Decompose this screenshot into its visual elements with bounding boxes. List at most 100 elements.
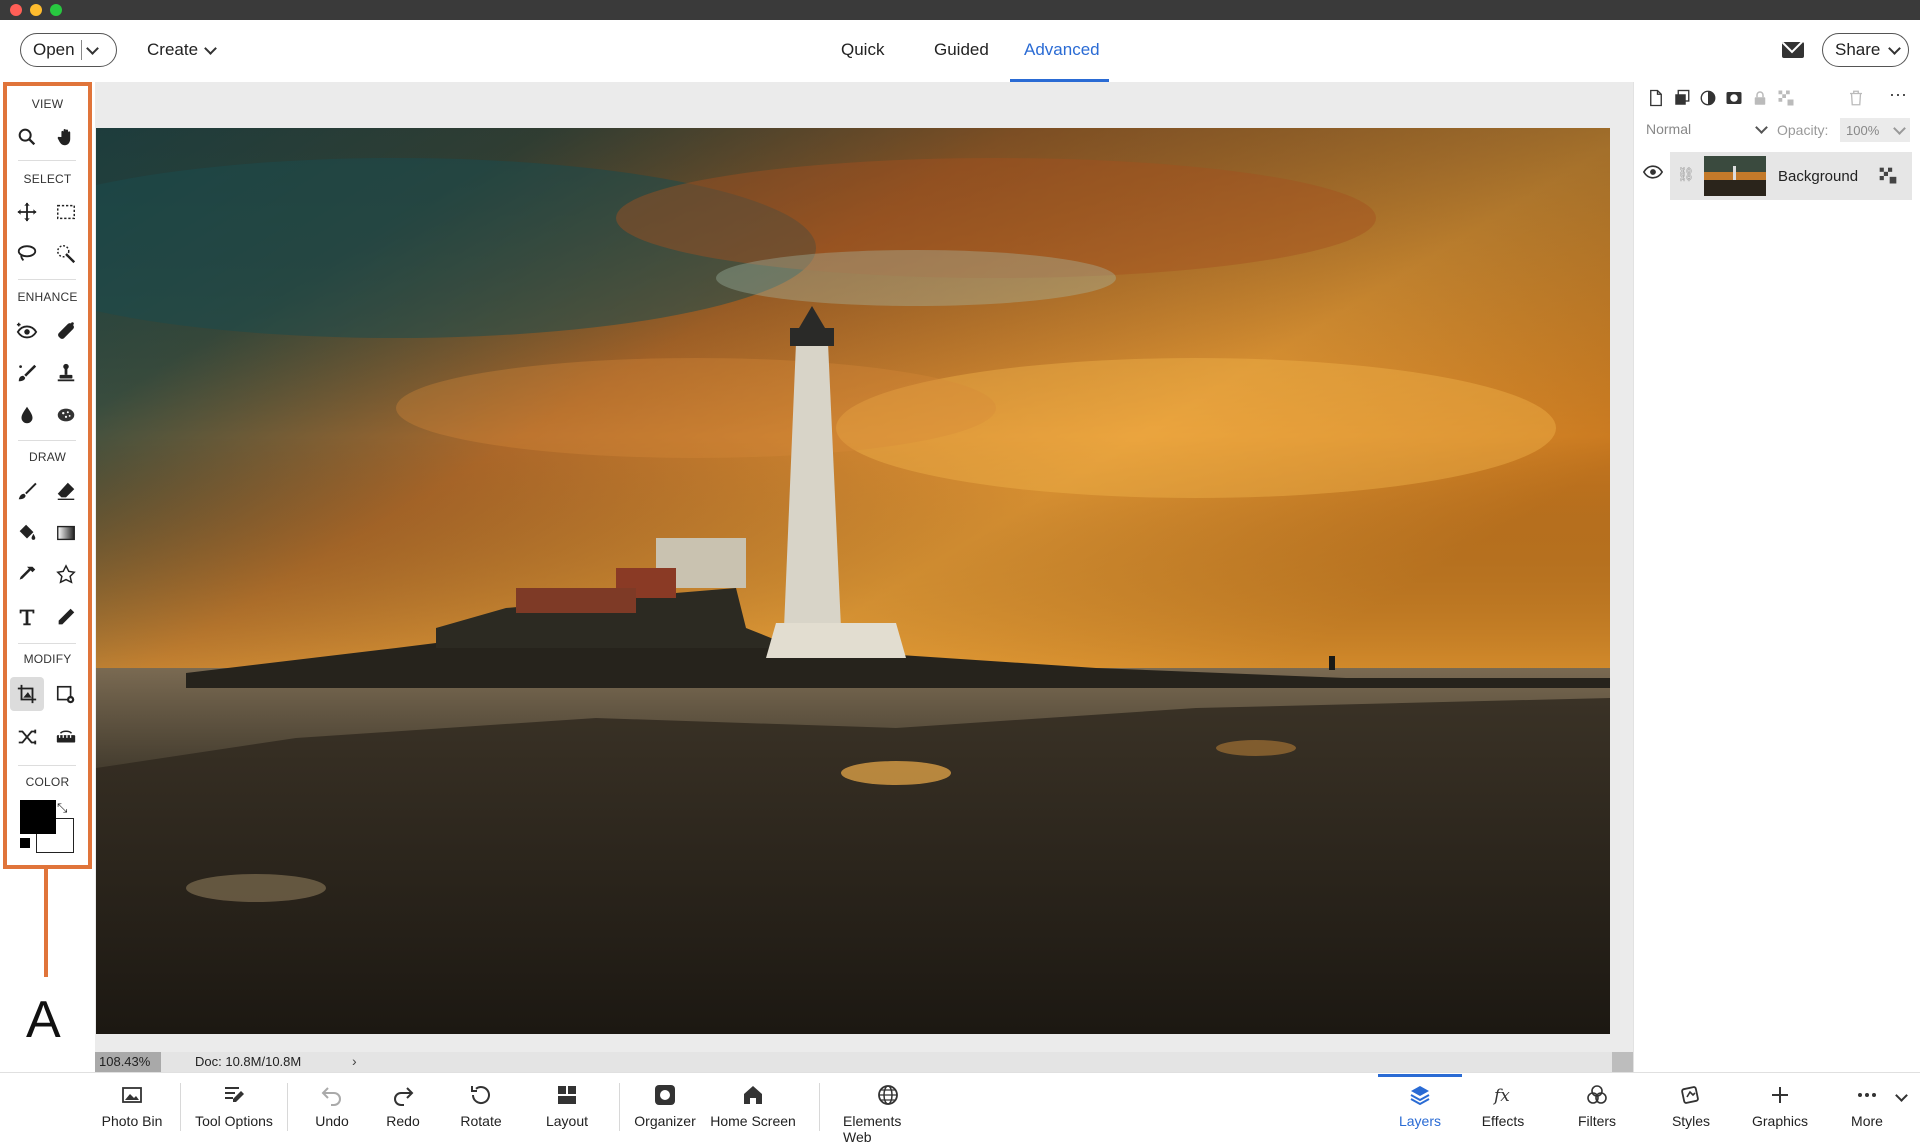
- home-screen-label: Home Screen: [710, 1113, 796, 1129]
- tool-options-button[interactable]: Tool Options: [189, 1083, 279, 1129]
- filters-button[interactable]: Filters: [1552, 1083, 1642, 1129]
- chevron-down-icon: [1888, 41, 1902, 55]
- effects-button[interactable]: fx Effects: [1458, 1083, 1548, 1129]
- organizer-label: Organizer: [634, 1113, 696, 1129]
- undo-label: Undo: [315, 1113, 349, 1129]
- new-group-button[interactable]: [1672, 88, 1692, 108]
- delete-layer-button[interactable]: [1846, 88, 1866, 108]
- elements-web-button[interactable]: Elements Web: [843, 1083, 933, 1145]
- layers-icon: [1410, 1086, 1430, 1106]
- share-button-label: Share: [1835, 40, 1881, 59]
- organizer-button[interactable]: Organizer: [620, 1083, 710, 1129]
- more-button[interactable]: More: [1822, 1083, 1912, 1129]
- new-layer-icon: [1650, 89, 1662, 107]
- chevron-down-icon: [1893, 121, 1906, 135]
- layout-icon: [558, 1086, 576, 1104]
- adjustment-layer-button[interactable]: [1698, 88, 1718, 108]
- more-options-icon[interactable]: ···: [1888, 84, 1908, 104]
- chevron-down-icon: [1755, 120, 1768, 134]
- share-button[interactable]: Share: [1822, 33, 1909, 67]
- layout-button[interactable]: Layout: [522, 1083, 612, 1129]
- create-menu[interactable]: Create: [147, 40, 217, 60]
- elements-web-label: Elements Web: [843, 1113, 902, 1145]
- document-image[interactable]: [96, 128, 1610, 1034]
- layout-label: Layout: [545, 1113, 589, 1129]
- tool-options-label: Tool Options: [195, 1113, 273, 1129]
- filters-label: Filters: [1577, 1113, 1617, 1129]
- new-layer-button[interactable]: [1646, 88, 1666, 108]
- rotate-label: Rotate: [460, 1113, 502, 1129]
- adjustment-icon: [1700, 90, 1716, 106]
- zoom-window-button[interactable]: [50, 4, 62, 16]
- more-label: More: [1851, 1113, 1883, 1129]
- tool-panel-highlight: [3, 82, 92, 869]
- active-panel-indicator: [1378, 1074, 1462, 1077]
- link-icon[interactable]: ⛓: [1677, 166, 1695, 183]
- top-bar: Open Create Quick Guided Advanced Share: [0, 20, 1920, 83]
- mail-icon[interactable]: [1782, 42, 1804, 58]
- svg-text:fx: fx: [1492, 1086, 1510, 1106]
- lock-transparency-icon: [1778, 90, 1794, 106]
- close-window-button[interactable]: [10, 4, 22, 16]
- layers-panel: ··· Normal Opacity: 100% ⛓ Background: [1633, 82, 1920, 1072]
- window-title-bar: [0, 0, 1920, 20]
- tab-advanced[interactable]: Advanced: [1024, 40, 1100, 60]
- scrollbar-corner[interactable]: [1612, 1052, 1633, 1072]
- tab-guided[interactable]: Guided: [934, 40, 989, 60]
- rotate-button[interactable]: Rotate: [436, 1083, 526, 1129]
- trash-icon: [1850, 90, 1862, 106]
- styles-icon: [1681, 1086, 1699, 1104]
- styles-label: Styles: [1671, 1113, 1711, 1129]
- photo-bin-label: Photo Bin: [101, 1113, 163, 1129]
- open-button[interactable]: Open: [20, 33, 117, 67]
- tool-options-icon: [225, 1087, 244, 1102]
- home-icon: [744, 1086, 762, 1104]
- redo-icon: [394, 1087, 414, 1106]
- graphics-label: Graphics: [1751, 1113, 1809, 1129]
- tab-quick[interactable]: Quick: [841, 40, 884, 60]
- rotate-icon: [471, 1086, 490, 1104]
- chevron-down-icon: [204, 41, 217, 55]
- eye-icon[interactable]: [1643, 165, 1663, 179]
- layers-label: Layers: [1398, 1113, 1442, 1129]
- status-bar: 108.43% Doc: 10.8M/10.8M ›: [95, 1052, 1633, 1072]
- styles-button[interactable]: Styles: [1646, 1083, 1736, 1129]
- lock-transparency-button[interactable]: [1776, 88, 1796, 108]
- zoom-readout[interactable]: 108.43%: [95, 1052, 161, 1072]
- open-button-label: Open: [33, 40, 75, 59]
- layer-group-icon: [1675, 89, 1690, 105]
- undo-icon: [321, 1087, 341, 1106]
- plus-icon: [1772, 1087, 1788, 1103]
- filters-icon: [1587, 1085, 1607, 1104]
- taskbar-divider: [819, 1083, 820, 1131]
- minimize-window-button[interactable]: [30, 4, 42, 16]
- redo-button[interactable]: Redo: [358, 1083, 448, 1129]
- add-mask-button[interactable]: [1724, 88, 1744, 108]
- effects-label: Effects: [1481, 1113, 1525, 1129]
- blend-mode-value: Normal: [1646, 121, 1692, 137]
- photo-bin-icon: [122, 1087, 142, 1103]
- layer-thumbnail: [1704, 156, 1766, 196]
- layer-locked-icon: [1879, 167, 1897, 184]
- callout-line: [44, 869, 48, 977]
- layer-thumbnail-image: [1704, 156, 1766, 196]
- organizer-icon: [655, 1085, 675, 1105]
- graphics-button[interactable]: Graphics: [1735, 1083, 1825, 1129]
- fx-icon: fx: [1492, 1086, 1510, 1106]
- more-icon: [1858, 1093, 1876, 1097]
- lighthouse-photo: [96, 128, 1610, 1034]
- home-screen-button[interactable]: Home Screen: [708, 1083, 798, 1129]
- redo-label: Redo: [386, 1113, 420, 1129]
- opacity-value: 100%: [1846, 122, 1880, 138]
- blend-mode-select[interactable]: Normal: [1646, 118, 1768, 140]
- layers-button[interactable]: Layers: [1375, 1083, 1465, 1129]
- lock-layer-button[interactable]: [1750, 88, 1770, 108]
- globe-icon: [878, 1085, 898, 1105]
- open-button-divider: [81, 40, 82, 60]
- chevron-down-icon[interactable]: [86, 41, 99, 55]
- photo-bin-button[interactable]: Photo Bin: [87, 1083, 177, 1129]
- chevron-right-icon[interactable]: ›: [352, 1053, 357, 1069]
- opacity-input[interactable]: 100%: [1840, 118, 1910, 142]
- lock-icon: [1754, 91, 1766, 105]
- document-size-info: Doc: 10.8M/10.8M: [195, 1054, 302, 1069]
